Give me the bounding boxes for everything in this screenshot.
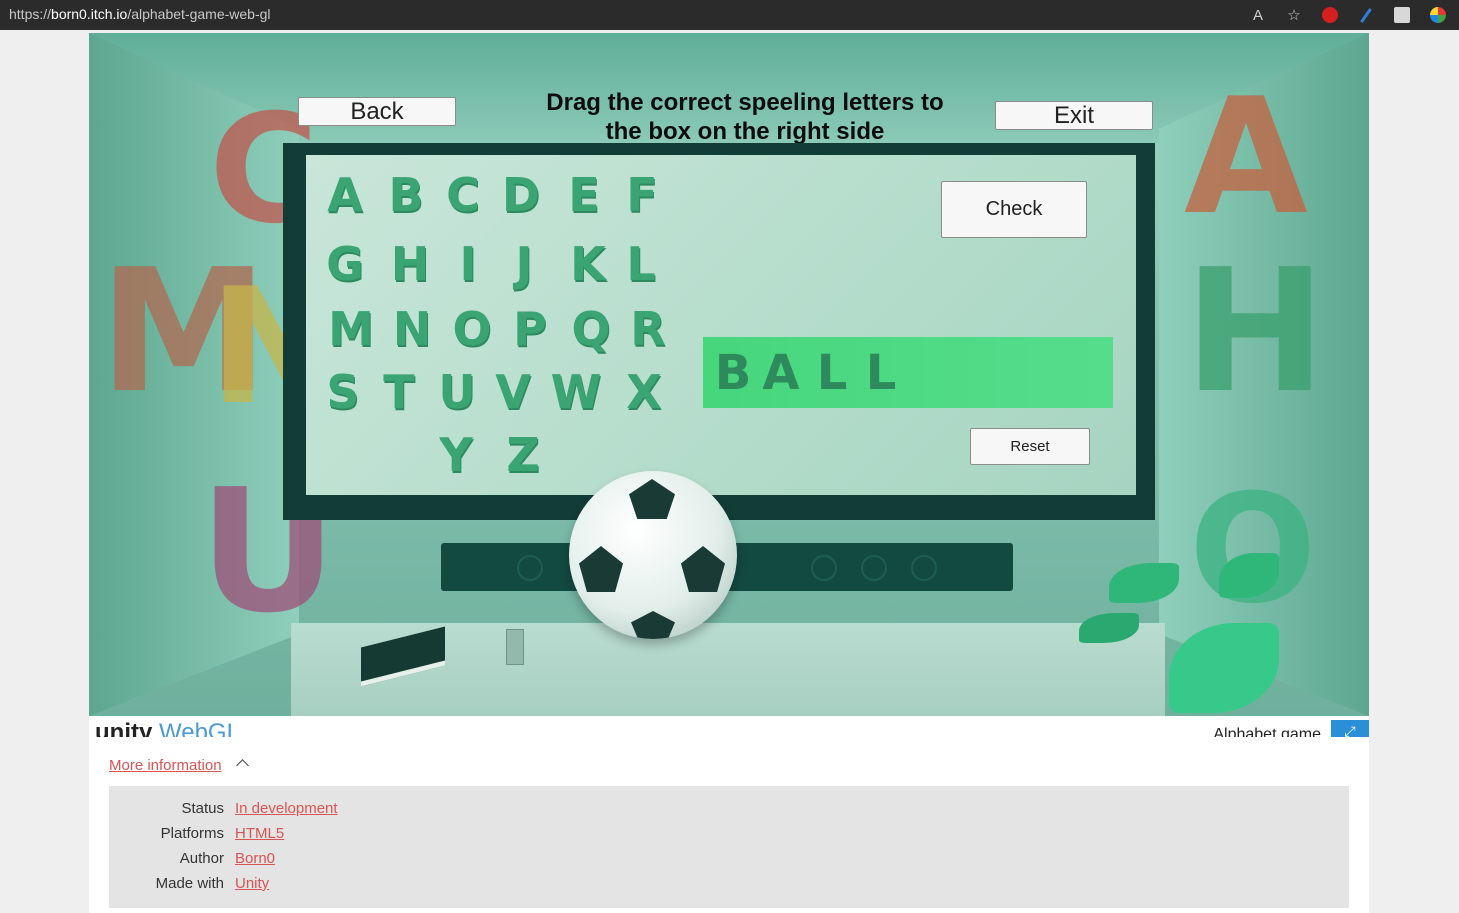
answer-letter[interactable]: B — [708, 338, 758, 408]
letter-tile-n[interactable]: N — [384, 301, 440, 357]
letter-tile-g[interactable]: G — [317, 236, 373, 292]
ball-patch — [631, 611, 675, 639]
letter-tile-l[interactable]: L — [613, 236, 669, 292]
url-prefix: https:// — [9, 6, 52, 22]
info-row-status: Status In development — [109, 800, 1349, 825]
ball-patch — [681, 546, 725, 592]
letter-tile-q[interactable]: Q — [563, 301, 619, 357]
info-row-author: Author Born0 — [109, 850, 1349, 875]
extension-color-icon[interactable] — [1427, 4, 1449, 26]
fullscreen-icon[interactable]: ⤢ — [1331, 720, 1369, 737]
letter-tile-f[interactable]: F — [614, 167, 670, 223]
status-link[interactable]: In development — [235, 800, 338, 817]
speaker-decor — [811, 555, 837, 581]
letter-tile-c[interactable]: C — [435, 167, 491, 223]
add-favorite-icon[interactable]: ☆ — [1283, 4, 1305, 26]
letter-tile-v[interactable]: V — [485, 364, 541, 420]
check-button[interactable]: Check — [941, 181, 1087, 238]
page-content: More information Status In development P… — [89, 737, 1369, 913]
letter-tile-x[interactable]: X — [616, 364, 672, 420]
info-row-platforms: Platforms HTML5 — [109, 825, 1349, 850]
plant-prop — [1079, 533, 1309, 716]
address-bar[interactable]: https://born0.itch.io/alphabet-game-web-… — [9, 6, 271, 22]
letter-tile-p[interactable]: P — [502, 301, 558, 357]
letter-tile-d[interactable]: D — [493, 167, 549, 223]
letter-tile-j[interactable]: J — [496, 236, 552, 292]
game-title-label: Alphabet game — [1213, 726, 1321, 737]
answer-letter[interactable]: A — [756, 338, 806, 408]
extension-adblock-icon[interactable] — [1319, 4, 1341, 26]
answer-letter[interactable]: L — [807, 338, 857, 408]
back-button[interactable]: Back — [298, 97, 456, 126]
wall-decor-letter: H — [1184, 233, 1327, 431]
letter-tile-t[interactable]: T — [371, 364, 427, 420]
ball-patch — [629, 479, 675, 519]
info-table: Status In development Platforms HTML5 Au… — [109, 786, 1349, 908]
read-aloud-icon[interactable]: A — [1247, 4, 1269, 26]
url-host: born0.itch.io — [51, 6, 128, 22]
speaker-decor — [861, 555, 887, 581]
exit-button[interactable]: Exit — [995, 101, 1153, 130]
plant-leaf — [1079, 613, 1139, 643]
speaker-decor — [517, 555, 543, 581]
browser-toolbar: https://born0.itch.io/alphabet-game-web-… — [0, 0, 1459, 30]
made-with-link[interactable]: Unity — [235, 875, 269, 892]
letter-tile-o[interactable]: O — [444, 301, 500, 357]
game-canvas[interactable]: C M N U A H O Drag the correct speeling … — [89, 33, 1369, 716]
plant-leaf — [1219, 553, 1279, 598]
letter-tile-s[interactable]: S — [315, 364, 371, 420]
more-information-toggle[interactable]: More information — [109, 757, 222, 774]
info-label: Platforms — [160, 825, 224, 842]
extension-pen-icon[interactable] — [1355, 4, 1377, 26]
phone-prop — [506, 629, 524, 665]
info-label: Author — [179, 850, 224, 867]
unity-webgl-footer: unity WebGL Alphabet game ⤢ — [89, 716, 1369, 737]
letter-tile-r[interactable]: R — [620, 301, 676, 357]
info-row-made-with: Made with Unity — [109, 875, 1349, 900]
info-label: Status — [181, 800, 224, 817]
plant-leaf — [1109, 563, 1179, 603]
platforms-link[interactable]: HTML5 — [235, 825, 284, 842]
letter-tile-u[interactable]: U — [429, 364, 485, 420]
info-label: Made with — [155, 875, 224, 892]
ball-patch — [579, 546, 623, 592]
speaker-decor — [911, 555, 937, 581]
letter-tile-z[interactable]: Z — [495, 427, 551, 483]
letter-tile-e[interactable]: E — [556, 167, 612, 223]
plant-leaf — [1169, 623, 1279, 713]
unity-logo-text: unity — [95, 719, 153, 737]
author-link[interactable]: Born0 — [235, 850, 275, 867]
webgl-logo-text: WebGL — [159, 719, 240, 737]
letter-tile-y[interactable]: Y — [428, 427, 484, 483]
letter-tile-b[interactable]: B — [378, 167, 434, 223]
letter-tile-a[interactable]: A — [317, 167, 373, 223]
letter-tile-h[interactable]: H — [382, 236, 438, 292]
letter-tile-m[interactable]: M — [323, 301, 379, 357]
url-path: /alphabet-game-web-gl — [127, 6, 271, 22]
chevron-up-icon[interactable] — [236, 759, 249, 772]
letter-tile-k[interactable]: K — [560, 236, 616, 292]
answer-letter[interactable]: L — [856, 338, 906, 408]
unity-logo: unity WebGL — [95, 718, 240, 737]
wall-decor-letter: A — [1184, 63, 1308, 250]
soccer-ball-prop — [569, 471, 737, 639]
letter-tile-w[interactable]: W — [548, 364, 604, 420]
extension-profile-icon[interactable] — [1391, 4, 1413, 26]
instruction-text: Drag the correct speeling letters to the… — [546, 89, 944, 145]
reset-button[interactable]: Reset — [970, 428, 1090, 465]
letter-tile-i[interactable]: I — [440, 236, 496, 292]
